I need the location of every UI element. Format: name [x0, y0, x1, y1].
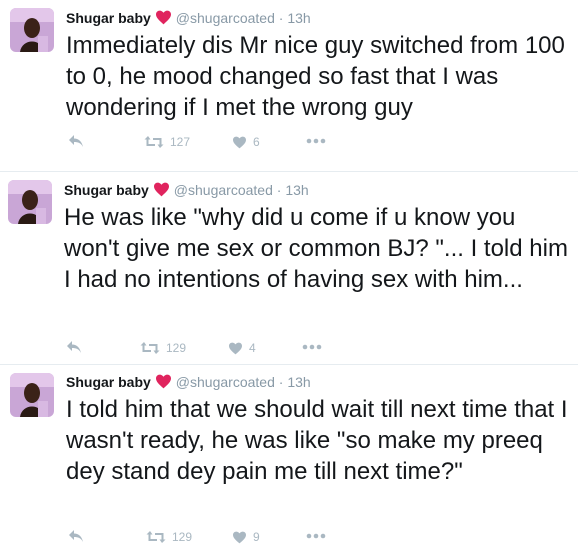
retweet-icon [146, 531, 166, 543]
timestamp[interactable]: 13h [287, 10, 310, 26]
like-button[interactable]: 9 [232, 529, 260, 545]
separator-dot: · [276, 182, 282, 198]
avatar[interactable] [8, 180, 52, 224]
reply-icon [67, 341, 81, 353]
timestamp[interactable]: 13h [285, 182, 308, 198]
tweet-text: He was like "why did u come if u know yo… [64, 204, 568, 293]
red-heart-icon [155, 10, 172, 29]
heart-icon [233, 531, 246, 543]
more-options-button[interactable] [306, 533, 326, 539]
like-count: 4 [249, 341, 256, 355]
handle[interactable]: @shugarcoated [174, 182, 273, 198]
tweet-actions: 129 4 [64, 340, 364, 360]
display-name[interactable]: Shugar baby [66, 10, 151, 26]
tweet-1: Shugar baby @shugarcoated · 13h Immediate… [0, 0, 578, 170]
reply-icon [69, 135, 83, 147]
retweet-count: 127 [170, 135, 191, 149]
display-name[interactable]: Shugar baby [64, 182, 149, 198]
handle[interactable]: @shugarcoated [176, 10, 275, 26]
tweet-header: Shugar baby @shugarcoated · 13h [66, 9, 311, 29]
tweet-text: Immediately dis Mr nice guy switched fro… [66, 32, 565, 121]
retweet-icon [140, 342, 160, 354]
retweet-button[interactable]: 129 [146, 529, 192, 545]
tweet-actions: 127 6 [66, 134, 366, 154]
more-icon [306, 533, 326, 539]
red-heart-icon [155, 374, 172, 393]
retweet-button[interactable]: 127 [144, 134, 190, 150]
retweet-icon [144, 136, 164, 148]
like-count: 9 [253, 530, 260, 544]
tweet-3: Shugar baby @shugarcoated · 13h I told hi… [0, 365, 578, 552]
timestamp[interactable]: 13h [287, 374, 310, 390]
reply-button[interactable] [68, 529, 84, 543]
reply-button[interactable] [66, 340, 82, 354]
avatar[interactable] [10, 373, 54, 417]
tweet-actions: 129 9 [66, 529, 366, 549]
more-icon [302, 344, 322, 350]
tweet-header: Shugar baby @shugarcoated · 13h [64, 181, 309, 201]
more-options-button[interactable] [306, 138, 326, 144]
handle[interactable]: @shugarcoated [176, 374, 275, 390]
tweet-2: Shugar baby @shugarcoated · 13h He was li… [0, 172, 578, 362]
like-button[interactable]: 6 [232, 134, 260, 150]
heart-icon [233, 136, 246, 148]
retweet-count: 129 [172, 530, 193, 544]
separator-dot: · [278, 374, 284, 390]
retweet-count: 129 [166, 341, 187, 355]
reply-button[interactable] [68, 134, 84, 148]
display-name[interactable]: Shugar baby [66, 374, 151, 390]
red-heart-icon [153, 182, 170, 201]
more-icon [306, 138, 326, 144]
retweet-button[interactable]: 129 [140, 340, 186, 356]
like-count: 6 [253, 135, 260, 149]
tweet-header: Shugar baby @shugarcoated · 13h [66, 373, 311, 393]
more-options-button[interactable] [302, 344, 322, 350]
like-button[interactable]: 4 [228, 340, 256, 356]
avatar[interactable] [10, 8, 54, 52]
reply-icon [69, 530, 83, 542]
separator-dot: · [278, 10, 284, 26]
tweet-text: I told him that we should wait till next… [66, 396, 568, 485]
heart-icon [229, 342, 242, 354]
